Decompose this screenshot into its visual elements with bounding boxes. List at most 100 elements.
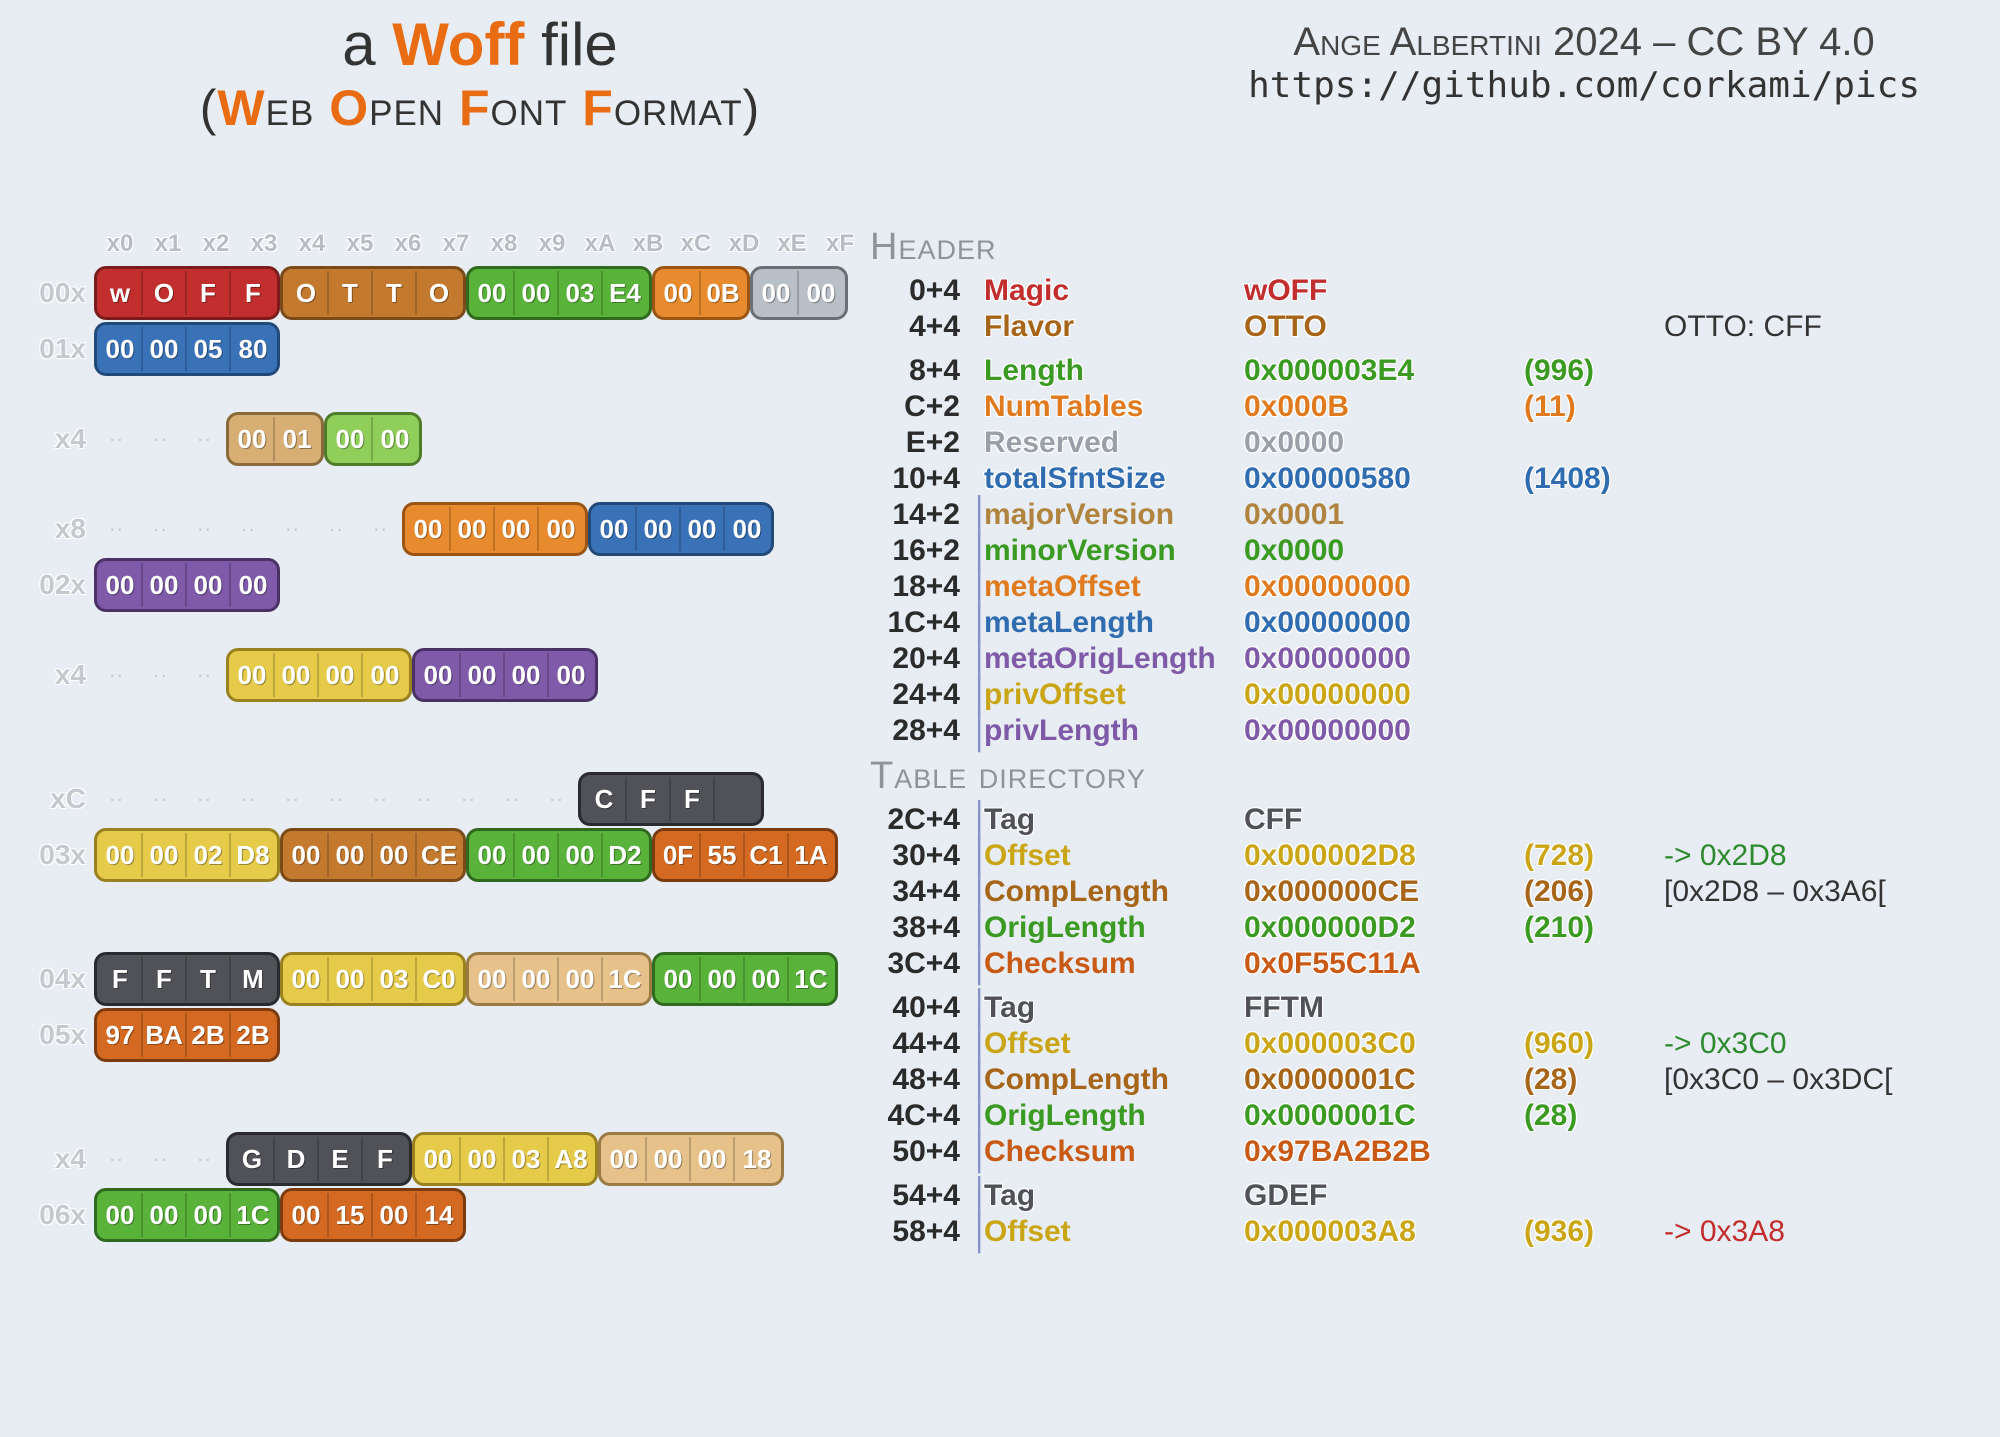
hex-cell: 00 [451, 507, 495, 551]
hex-cell: CE [417, 833, 461, 877]
field-name: minorVersion [984, 534, 1244, 568]
title-line2: (Web Open Font Format) [130, 79, 830, 137]
field-name: Tag [984, 803, 1244, 837]
hex-col-x6: x6 [384, 230, 432, 266]
hex-segment: 000003E4 [466, 266, 652, 320]
hex-row-label: 02x [30, 569, 94, 601]
hex-cell: E4 [603, 271, 647, 315]
field-decimal: (1408) [1524, 462, 1664, 496]
hex-col-xA: xA [576, 230, 624, 266]
indent-bar: │ [970, 640, 984, 679]
hex-cell: 00 [329, 417, 373, 461]
field-decimal: (936) [1524, 1215, 1664, 1249]
hex-segment: 00000000 [94, 558, 280, 612]
hex-cell: 00 [505, 653, 549, 697]
hex-col-xF: xF [816, 230, 864, 266]
hex-cell: 00 [285, 1193, 329, 1237]
field-offset: 3C+4 [870, 947, 970, 981]
hex-cell: 00 [461, 1137, 505, 1181]
field-row: 40+4│TagFFTM [870, 990, 1892, 1026]
hex-segment: 0000001C [94, 1188, 280, 1242]
hex-cell: BA [143, 1013, 187, 1057]
field-row: 28+4│privLength0x00000000 [870, 713, 1892, 749]
hex-cell: 00 [461, 653, 505, 697]
field-row: 24+4│privOffset0x00000000 [870, 677, 1892, 713]
hex-segment: 000000D2 [466, 828, 652, 882]
field-offset: 28+4 [870, 714, 970, 748]
indent-bar: │ [970, 532, 984, 571]
field-decimal: (28) [1524, 1099, 1664, 1133]
hex-segment: 00000000 [588, 502, 774, 556]
indent-bar: │ [970, 1097, 984, 1136]
hex-cell: 00 [373, 833, 417, 877]
hex-cell: T [187, 957, 231, 1001]
indent-bar: │ [970, 604, 984, 643]
hex-cell: 00 [593, 507, 637, 551]
field-name: Offset [984, 839, 1244, 873]
field-name: metaOffset [984, 570, 1244, 604]
hex-cell: 00 [471, 957, 515, 1001]
hex-cell: 00 [143, 833, 187, 877]
hex-cell: A8 [549, 1137, 593, 1181]
hex-segment: 000000CE [280, 828, 466, 882]
field-note: [0x3C0 – 0x3DC[ [1664, 1063, 1892, 1097]
hex-cell: 00 [187, 1193, 231, 1237]
hex-segment: 0F55C11A [652, 828, 838, 882]
hex-segment: GDEF [226, 1132, 412, 1186]
hex-row: xC······················CFF [30, 772, 864, 826]
hex-row-label: xC [30, 783, 94, 815]
field-row: 58+4│Offset0x000003A8(936)-> 0x3A8 [870, 1214, 1892, 1250]
field-name: Tag [984, 991, 1244, 1025]
hex-cell: 00 [657, 957, 701, 1001]
field-row: 0+4MagicwOFF [870, 273, 1892, 309]
field-note: -> 0x3A8 [1664, 1215, 1785, 1249]
hex-cell: 00 [647, 1137, 691, 1181]
hex-col-x8: x8 [480, 230, 528, 266]
hex-cell: 00 [549, 653, 593, 697]
hex-cell: 00 [99, 563, 143, 607]
hex-col-x7: x7 [432, 230, 480, 266]
field-name: Offset [984, 1027, 1244, 1061]
field-name: Offset [984, 1215, 1244, 1249]
field-row: 8+4Length0x000003E4(996) [870, 353, 1892, 389]
field-name: Reserved [984, 426, 1244, 460]
hex-segment: 0000001C [466, 952, 652, 1006]
hex-row: 06x0000001C00150014 [30, 1188, 864, 1242]
field-value: 0x000002D8 [1244, 839, 1524, 873]
hex-row-label: x8 [30, 513, 94, 545]
indent-bar: │ [970, 1133, 984, 1172]
hex-cell: F [231, 271, 275, 315]
hex-cell: D8 [231, 833, 275, 877]
hex-row: x8··············0000000000000000 [30, 502, 864, 556]
field-name: majorVersion [984, 498, 1244, 532]
field-value: 0x00000580 [1244, 462, 1524, 496]
hex-cell: 00 [373, 1193, 417, 1237]
hex-cell: 00 [143, 563, 187, 607]
field-value: 0x000B [1244, 390, 1524, 424]
indent-bar: │ [970, 873, 984, 912]
hex-row-label: 00x [30, 277, 94, 309]
hex-cell: F [363, 1137, 407, 1181]
field-row: 1C+4│metaLength0x00000000 [870, 605, 1892, 641]
field-decimal: (728) [1524, 839, 1664, 873]
field-row: 16+2│minorVersion0x0000 [870, 533, 1892, 569]
indent-bar: │ [970, 945, 984, 984]
hex-cell: C1 [745, 833, 789, 877]
attribution: Ange Albertini 2024 – CC BY 4.0 https://… [1248, 20, 1920, 106]
hex-row: x4······00010000 [30, 412, 864, 466]
hex-segment: 000002D8 [94, 828, 280, 882]
hex-cell: G [231, 1137, 275, 1181]
field-name: Checksum [984, 947, 1244, 981]
hex-cell: 00 [701, 957, 745, 1001]
indent-bar: │ [970, 712, 984, 751]
hex-cell: 1C [603, 957, 647, 1001]
indent-bar: │ [970, 909, 984, 948]
field-offset: 8+4 [870, 354, 970, 388]
field-value: GDEF [1244, 1179, 1524, 1213]
hex-cell: 0B [701, 271, 745, 315]
field-row: C+2NumTables0x000B(11) [870, 389, 1892, 425]
hex-cell: 2B [187, 1013, 231, 1057]
field-name: totalSfntSize [984, 462, 1244, 496]
hex-cell: 02 [187, 833, 231, 877]
field-row: 4+4FlavorOTTOOTTO: CFF [870, 309, 1892, 345]
